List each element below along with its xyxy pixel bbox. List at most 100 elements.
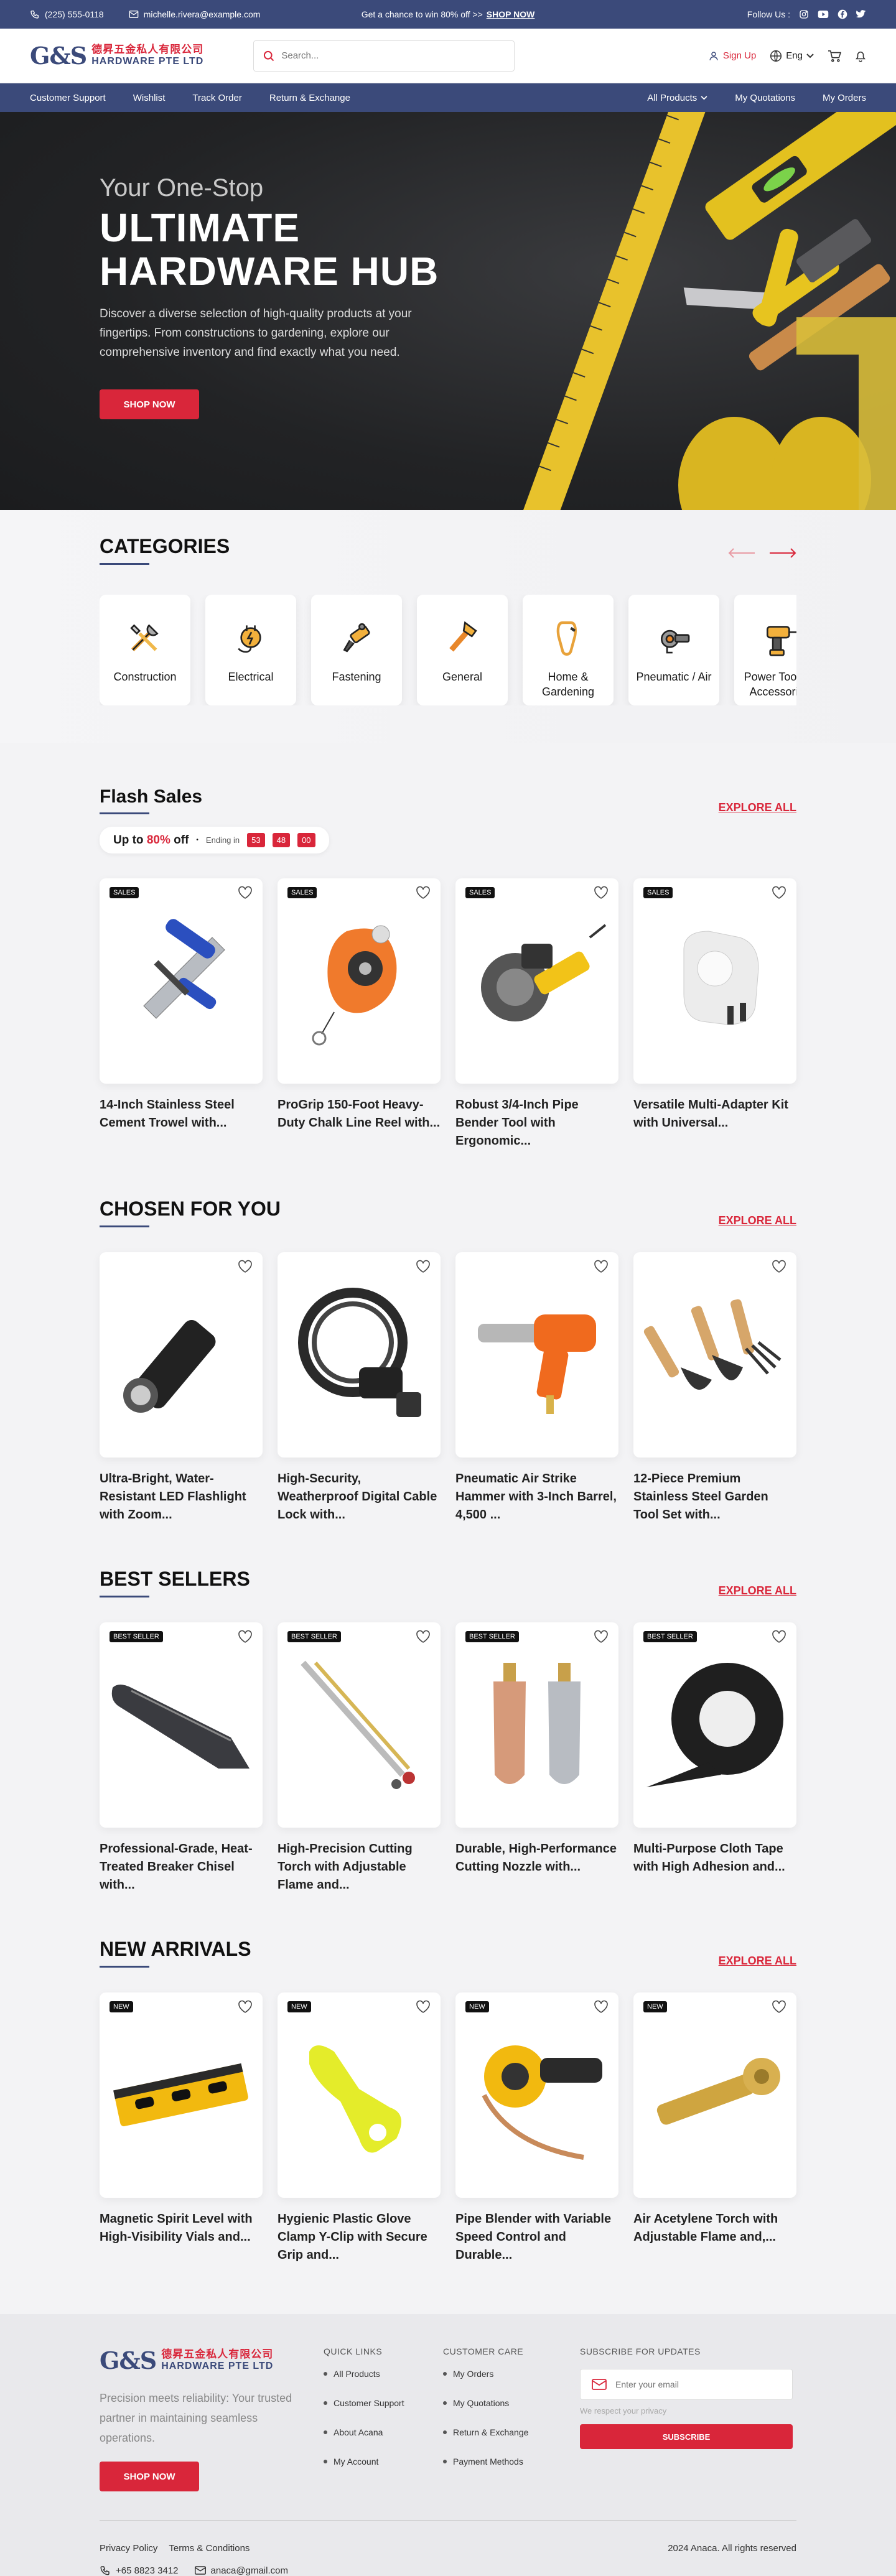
product-card[interactable]: BEST SELLER Multi-Purpose Cloth Tape wit… [633,1622,796,1894]
product-card[interactable]: SALES 14-Inch Stainless Steel Cement Tro… [100,878,263,1150]
terms-link[interactable]: Terms & Conditions [169,2543,250,2554]
category-fastening[interactable]: Fastening [311,595,402,705]
product-card[interactable]: NEW Pipe Blender with Variable Speed Con… [455,1992,618,2264]
product-title[interactable]: High-Security, Weatherproof Digital Cabl… [278,1470,441,1524]
footer-link-payment-methods[interactable]: Payment Methods [443,2457,580,2467]
heart-icon[interactable] [594,2000,609,2014]
facebook-icon[interactable] [838,9,847,19]
product-card[interactable]: BEST SELLER High-Precision Cutting Torch… [278,1622,441,1894]
best-explore-all-link[interactable]: EXPLORE ALL [719,1584,796,1597]
heart-icon[interactable] [772,1630,786,1644]
heart-icon[interactable] [772,1260,786,1273]
nav-track-order[interactable]: Track Order [192,93,241,103]
product-card[interactable]: Ultra-Bright, Water-Resistant LED Flashl… [100,1252,263,1524]
heart-icon[interactable] [594,886,609,900]
subscribe-email-field[interactable] [580,2369,793,2400]
arrow-right-icon[interactable] [769,547,796,559]
footer-link-all-products[interactable]: All Products [324,2369,443,2379]
product-title[interactable]: ProGrip 150-Foot Heavy-Duty Chalk Line R… [278,1096,441,1132]
youtube-icon[interactable] [818,10,829,19]
product-card[interactable]: Pneumatic Air Strike Hammer with 3-Inch … [455,1252,618,1524]
product-card[interactable]: 12-Piece Premium Stainless Steel Garden … [633,1252,796,1524]
footer-link-about[interactable]: About Acana [324,2427,443,2437]
cart-icon[interactable] [828,50,841,62]
heart-icon[interactable] [238,1630,253,1644]
instagram-icon[interactable] [799,9,809,19]
bell-icon[interactable] [855,50,866,62]
product-card[interactable]: High-Security, Weatherproof Digital Cabl… [278,1252,441,1524]
product-title[interactable]: Professional-Grade, Heat-Treated Breaker… [100,1840,263,1894]
subscribe-email-input[interactable] [615,2379,781,2389]
product-title[interactable]: Versatile Multi-Adapter Kit with Univers… [633,1096,796,1132]
sign-up-link[interactable]: Sign Up [708,50,756,62]
phone-contact[interactable]: (225) 555-0118 [30,9,104,19]
heart-icon[interactable] [594,1260,609,1273]
nav-my-orders[interactable]: My Orders [823,93,866,103]
footer-link-return-exchange[interactable]: Return & Exchange [443,2427,580,2437]
product-card[interactable]: SALES ProGrip 150-Foot Heavy-Duty Chalk … [278,878,441,1150]
arrow-left-icon[interactable] [728,547,755,559]
product-card[interactable]: SALES Robust 3/4-Inch Pipe Bender Tool w… [455,878,618,1150]
language-selector[interactable]: Eng [770,50,814,62]
hero-shop-now-button[interactable]: SHOP NOW [100,389,199,419]
subscribe-button[interactable]: SUBSCRIBE [580,2424,793,2449]
product-card[interactable]: NEW Hygienic Plastic Glove Clamp Y-Clip … [278,1992,441,2264]
product-title[interactable]: 12-Piece Premium Stainless Steel Garden … [633,1470,796,1524]
product-title[interactable]: Ultra-Bright, Water-Resistant LED Flashl… [100,1470,263,1524]
footer-logo[interactable]: G&S 德昇五金私人有限公司 HARDWARE PTE LTD [100,2346,324,2374]
chosen-explore-all-link[interactable]: EXPLORE ALL [719,1214,796,1227]
product-card[interactable]: SALES Versatile Multi-Adapter Kit with U… [633,878,796,1150]
footer-link-customer-support[interactable]: Customer Support [324,2398,443,2408]
product-title[interactable]: Robust 3/4-Inch Pipe Bender Tool with Er… [455,1096,618,1150]
flash-explore-all-link[interactable]: EXPLORE ALL [719,801,796,814]
product-title[interactable]: Multi-Purpose Cloth Tape with High Adhes… [633,1840,796,1876]
nav-return-exchange[interactable]: Return & Exchange [269,93,350,103]
category-home-gardening[interactable]: Home & Gardening [523,595,614,705]
product-title[interactable]: 14-Inch Stainless Steel Cement Trowel wi… [100,1096,263,1132]
heart-icon[interactable] [594,1630,609,1644]
product-title[interactable]: Pneumatic Air Strike Hammer with 3-Inch … [455,1470,618,1524]
footer-link-my-quotations[interactable]: My Quotations [443,2398,580,2408]
heart-icon[interactable] [238,2000,253,2014]
nav-customer-support[interactable]: Customer Support [30,93,106,103]
footer-phone[interactable]: +65 8823 3412 [100,2565,179,2576]
product-title[interactable]: Durable, High-Performance Cutting Nozzle… [455,1840,618,1876]
heart-icon[interactable] [238,1260,253,1273]
product-title[interactable]: High-Precision Cutting Torch with Adjust… [278,1840,441,1894]
heart-icon[interactable] [416,886,431,900]
twitter-icon[interactable] [856,10,866,19]
product-card[interactable]: NEW Air Acetylene Torch with Adjustable … [633,1992,796,2264]
product-card[interactable]: NEW Magnetic Spirit Level with High-Visi… [100,1992,263,2264]
heart-icon[interactable] [416,2000,431,2014]
category-general[interactable]: General [417,595,508,705]
product-title[interactable]: Magnetic Spirit Level with High-Visibili… [100,2210,263,2246]
nav-my-quotations[interactable]: My Quotations [735,93,795,103]
nav-all-products[interactable]: All Products [647,93,707,103]
footer-shop-now-button[interactable]: SHOP NOW [100,2462,199,2491]
product-card[interactable]: BEST SELLER Durable, High-Performance Cu… [455,1622,618,1894]
site-logo[interactable]: G&S 德昇五金私人有限公司 HARDWARE PTE LTD [30,42,203,70]
category-pneumatic-air[interactable]: Pneumatic / Air [628,595,719,705]
footer-link-my-orders[interactable]: My Orders [443,2369,580,2379]
nav-wishlist[interactable]: Wishlist [133,93,166,103]
heart-icon[interactable] [416,1630,431,1644]
product-card[interactable]: BEST SELLER Professional-Grade, Heat-Tre… [100,1622,263,1894]
product-title[interactable]: Hygienic Plastic Glove Clamp Y-Clip with… [278,2210,441,2264]
product-title[interactable]: Pipe Blender with Variable Speed Control… [455,2210,618,2264]
email-contact[interactable]: michelle.rivera@example.com [129,9,260,19]
footer-email[interactable]: anaca@gmail.com [194,2565,288,2576]
heart-icon[interactable] [238,886,253,900]
heart-icon[interactable] [416,1260,431,1273]
product-title[interactable]: Air Acetylene Torch with Adjustable Flam… [633,2210,796,2246]
footer-link-my-account[interactable]: My Account [324,2457,443,2467]
category-electrical[interactable]: Electrical [205,595,296,705]
category-construction[interactable]: Construction [100,595,190,705]
search-input[interactable] [281,50,506,61]
arrivals-explore-all-link[interactable]: EXPLORE ALL [719,1955,796,1968]
search-bar[interactable] [253,40,515,72]
category-power-tools[interactable]: Power Tools & Accessories [734,595,796,705]
promo-shop-now-link[interactable]: SHOP NOW [487,9,535,19]
heart-icon[interactable] [772,2000,786,2014]
privacy-policy-link[interactable]: Privacy Policy [100,2543,157,2554]
heart-icon[interactable] [772,886,786,900]
